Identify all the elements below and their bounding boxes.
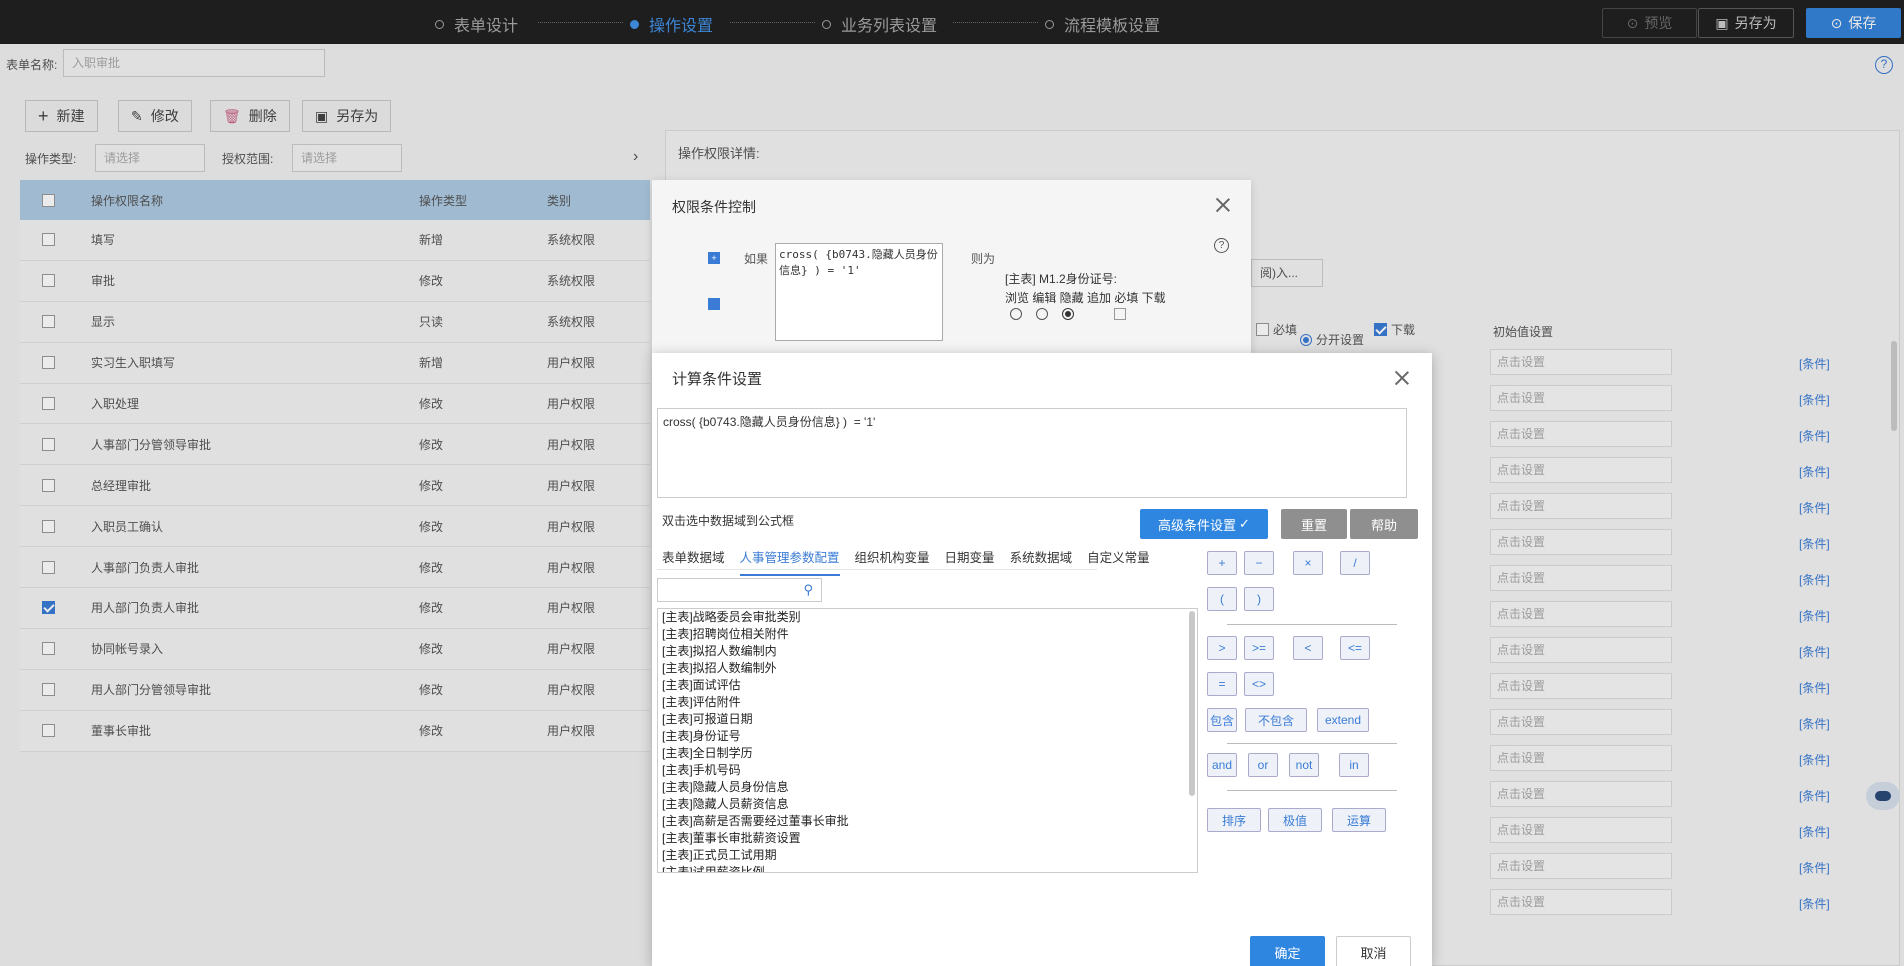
formula-textarea[interactable] [657, 408, 1407, 498]
field-label: [主表] M1.2身份证号: [1005, 272, 1118, 286]
field-tabs: 表单数据域 人事管理参数配置 组织机构变量 日期变量 系统数据域 自定义常量 [662, 547, 1165, 576]
operator-button[interactable]: + [1207, 551, 1237, 575]
operator-button[interactable]: in [1339, 753, 1369, 777]
step-dot-icon [822, 19, 831, 29]
close-icon[interactable] [1394, 370, 1410, 386]
step-list-settings[interactable]: 业务列表设置 [822, 12, 937, 36]
list-item[interactable]: [主表]可报道日期 [658, 711, 1197, 728]
tab-3[interactable]: 日期变量 [945, 547, 995, 576]
operator-button[interactable]: and [1207, 753, 1237, 777]
list-item[interactable]: [主表]高薪是否需要经过董事长审批 [658, 813, 1197, 830]
operator-button[interactable]: not [1289, 753, 1319, 777]
collapse-icon[interactable] [708, 298, 720, 310]
tab-5[interactable]: 自定义常量 [1087, 547, 1150, 576]
divider [1227, 624, 1397, 625]
tab-divider [657, 569, 1097, 570]
operator-button[interactable]: <> [1244, 672, 1274, 696]
list-item[interactable]: [主表]拟招人数编制外 [658, 660, 1197, 677]
operator-button[interactable]: / [1340, 551, 1370, 575]
double-click-hint: 双击选中数据域到公式框 [662, 514, 795, 528]
perm-radio-browse[interactable] [1010, 308, 1022, 320]
step-connector [953, 22, 1038, 23]
step-operation-settings[interactable]: 操作设置 [630, 12, 713, 36]
help-icon[interactable]: ? [1214, 238, 1229, 253]
operator-button[interactable]: ( [1207, 587, 1237, 611]
list-item[interactable]: [主表]隐藏人员薪资信息 [658, 796, 1197, 813]
operator-button[interactable]: × [1293, 551, 1323, 575]
permission-condition-dialog: 权限条件控制 + 如果 cross( {b0743.隐藏人员身份信息} ) = … [652, 180, 1251, 355]
list-item[interactable]: [主表]隐藏人员身份信息 [658, 779, 1197, 796]
list-item[interactable]: [主表]拟招人数编制内 [658, 643, 1197, 660]
operator-button[interactable]: ) [1244, 587, 1274, 611]
divider [1227, 743, 1397, 744]
operator-button[interactable]: 运算 [1332, 808, 1386, 832]
operator-button[interactable]: 包含 [1207, 708, 1237, 732]
then-label: 则为 [971, 252, 996, 266]
perm-radio-hide[interactable] [1062, 308, 1074, 320]
dialog-title: 权限条件控制 [672, 199, 756, 215]
operator-button[interactable]: <= [1340, 636, 1370, 660]
tab-1[interactable]: 人事管理参数配置 [739, 547, 840, 576]
list-item[interactable]: [主表]身份证号 [658, 728, 1197, 745]
operator-button[interactable]: 排序 [1207, 808, 1261, 832]
operator-button[interactable]: >= [1244, 636, 1274, 660]
field-list: [主表]战略委员会审批类别 [主表]招聘岗位相关附件 [主表]拟招人数编制内 [主表]… [657, 608, 1198, 873]
perm-labels: 浏览 编辑 隐藏 追加 必填 下载 [1005, 291, 1166, 305]
help-button[interactable]: 帮助 [1350, 509, 1418, 539]
operator-button[interactable]: 不包含 [1245, 708, 1307, 732]
save-as-top-button[interactable]: ▣ 另存为 [1698, 8, 1794, 38]
reset-button[interactable]: 重置 [1281, 509, 1347, 539]
expand-icon[interactable]: + [708, 252, 720, 264]
cancel-button[interactable]: 取消 [1336, 936, 1411, 966]
search-icon[interactable]: ⚲ [803, 582, 813, 598]
step-connector [730, 22, 815, 23]
list-item[interactable]: [主表]评估附件 [658, 694, 1197, 711]
close-icon[interactable] [1215, 197, 1231, 213]
operator-button[interactable]: − [1244, 551, 1274, 575]
preview-button[interactable]: ⊙ 预览 [1602, 8, 1697, 38]
operator-button[interactable]: or [1248, 753, 1278, 777]
list-item[interactable]: [主表]战略委员会审批类别 [658, 609, 1197, 626]
tab-2[interactable]: 组织机构变量 [855, 547, 930, 576]
field-search-input[interactable]: ⚲ [657, 578, 822, 602]
calc-condition-dialog: 计算条件设置 双击选中数据域到公式框 高级条件设置✓ 重置 帮助 表单数据域人事… [652, 353, 1432, 966]
dialog-title: 计算条件设置 [672, 371, 763, 388]
list-item[interactable]: [主表]手机号码 [658, 762, 1197, 779]
divider [1227, 790, 1397, 791]
save-icon: ▣ [1715, 14, 1729, 31]
condition-textarea[interactable]: cross( {b0743.隐藏人员身份信息} ) = '1' [775, 243, 943, 341]
step-dot-icon [435, 19, 444, 29]
perm-checkbox-download[interactable] [1114, 308, 1126, 320]
list-item[interactable]: [主表]正式员工试用期 [658, 847, 1197, 864]
step-dot-icon [630, 19, 639, 29]
chevron-down-icon: ✓ [1239, 516, 1250, 531]
operator-button[interactable]: 极值 [1268, 808, 1322, 832]
scrollbar[interactable] [1189, 611, 1195, 796]
save-button[interactable]: ⊙ 保存 [1806, 8, 1901, 38]
preview-icon: ⊙ [1626, 14, 1639, 31]
step-form-design[interactable]: 表单设计 [435, 12, 518, 36]
if-label: 如果 [744, 252, 769, 266]
tab-0[interactable]: 表单数据域 [662, 547, 725, 576]
save-icon: ⊙ [1830, 14, 1843, 31]
list-item[interactable]: [主表]试用薪资比例 [658, 864, 1197, 872]
top-bar: 表单设计 操作设置 业务列表设置 流程模板设置 ⊙ 预览 ▣ 另存为 ⊙ 保存 [0, 0, 1904, 44]
step-connector [538, 22, 623, 23]
advanced-condition-button[interactable]: 高级条件设置 ✓ [1140, 509, 1268, 539]
list-item[interactable]: [主表]面试评估 [658, 677, 1197, 694]
step-flow-template[interactable]: 流程模板设置 [1045, 12, 1160, 36]
operator-button[interactable]: = [1207, 672, 1237, 696]
ok-button[interactable]: 确定 [1250, 936, 1325, 966]
operator-button[interactable]: < [1293, 636, 1323, 660]
list-item[interactable]: [主表]董事长审批薪资设置 [658, 830, 1197, 847]
perm-radio-edit[interactable] [1036, 308, 1048, 320]
tab-4[interactable]: 系统数据域 [1010, 547, 1073, 576]
list-item[interactable]: [主表]招聘岗位相关附件 [658, 626, 1197, 643]
step-dot-icon [1045, 19, 1054, 29]
operator-button[interactable]: extend [1317, 708, 1369, 732]
list-item[interactable]: [主表]全日制学历 [658, 745, 1197, 762]
operator-button[interactable]: > [1207, 636, 1237, 660]
